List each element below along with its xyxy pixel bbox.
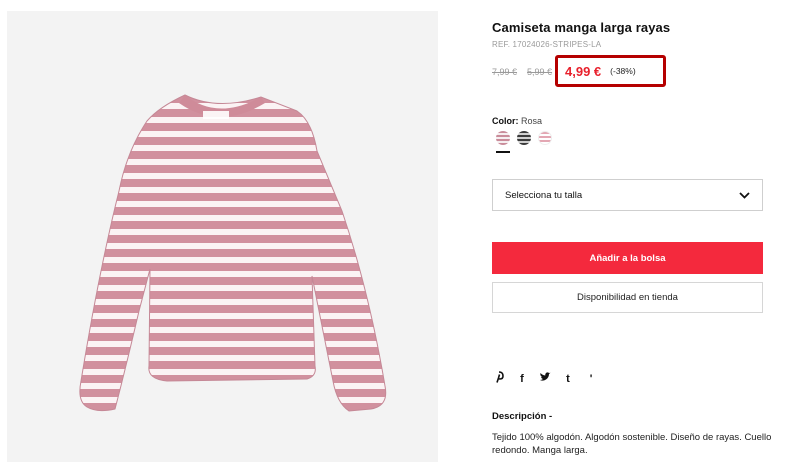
twitter-icon[interactable]: [538, 372, 552, 385]
pinterest-icon[interactable]: [492, 371, 506, 386]
selected-swatch-indicator: [496, 151, 510, 153]
size-dropdown[interactable]: Selecciona tu talla: [492, 179, 763, 211]
more-share-icon[interactable]: ': [584, 373, 598, 385]
description-title[interactable]: Descripción -: [492, 411, 552, 422]
share-icons: f t ': [492, 371, 598, 386]
color-selector-label: Color: Rosa: [492, 116, 542, 126]
discount-badge: (-38%): [610, 66, 636, 76]
product-image[interactable]: [7, 11, 438, 462]
store-availability-button[interactable]: Disponibilidad en tienda: [492, 282, 763, 313]
original-price: 7,99 €: [492, 67, 518, 77]
description-text: Tejido 100% algodón. Algodón sostenible.…: [492, 432, 772, 456]
product-title: Camiseta manga larga rayas: [492, 20, 671, 35]
previous-price: 5,99 €: [527, 67, 553, 77]
facebook-icon[interactable]: f: [515, 373, 529, 385]
color-swatch-rosa-claro[interactable]: [538, 131, 552, 145]
price-row: 7,99 € 5,99 € 4,99 € (-38%): [492, 55, 666, 87]
color-value: Rosa: [521, 116, 543, 126]
color-swatch-negro[interactable]: [517, 131, 531, 145]
tumblr-icon[interactable]: t: [561, 373, 575, 385]
color-label: Color:: [492, 116, 519, 126]
size-dropdown-label: Selecciona tu talla: [505, 189, 583, 201]
product-reference: REF. 17024026-STRIPES-LA: [492, 40, 602, 49]
current-price-highlight: 4,99 € (-38%): [555, 55, 666, 87]
color-swatch-rosa[interactable]: [496, 131, 510, 145]
add-to-bag-button[interactable]: Añadir a la bolsa: [492, 242, 763, 274]
color-swatches: [496, 131, 552, 145]
chevron-down-icon: [739, 188, 750, 202]
current-price: 4,99 €: [565, 63, 602, 79]
striped-shirt-illustration: [79, 94, 387, 412]
